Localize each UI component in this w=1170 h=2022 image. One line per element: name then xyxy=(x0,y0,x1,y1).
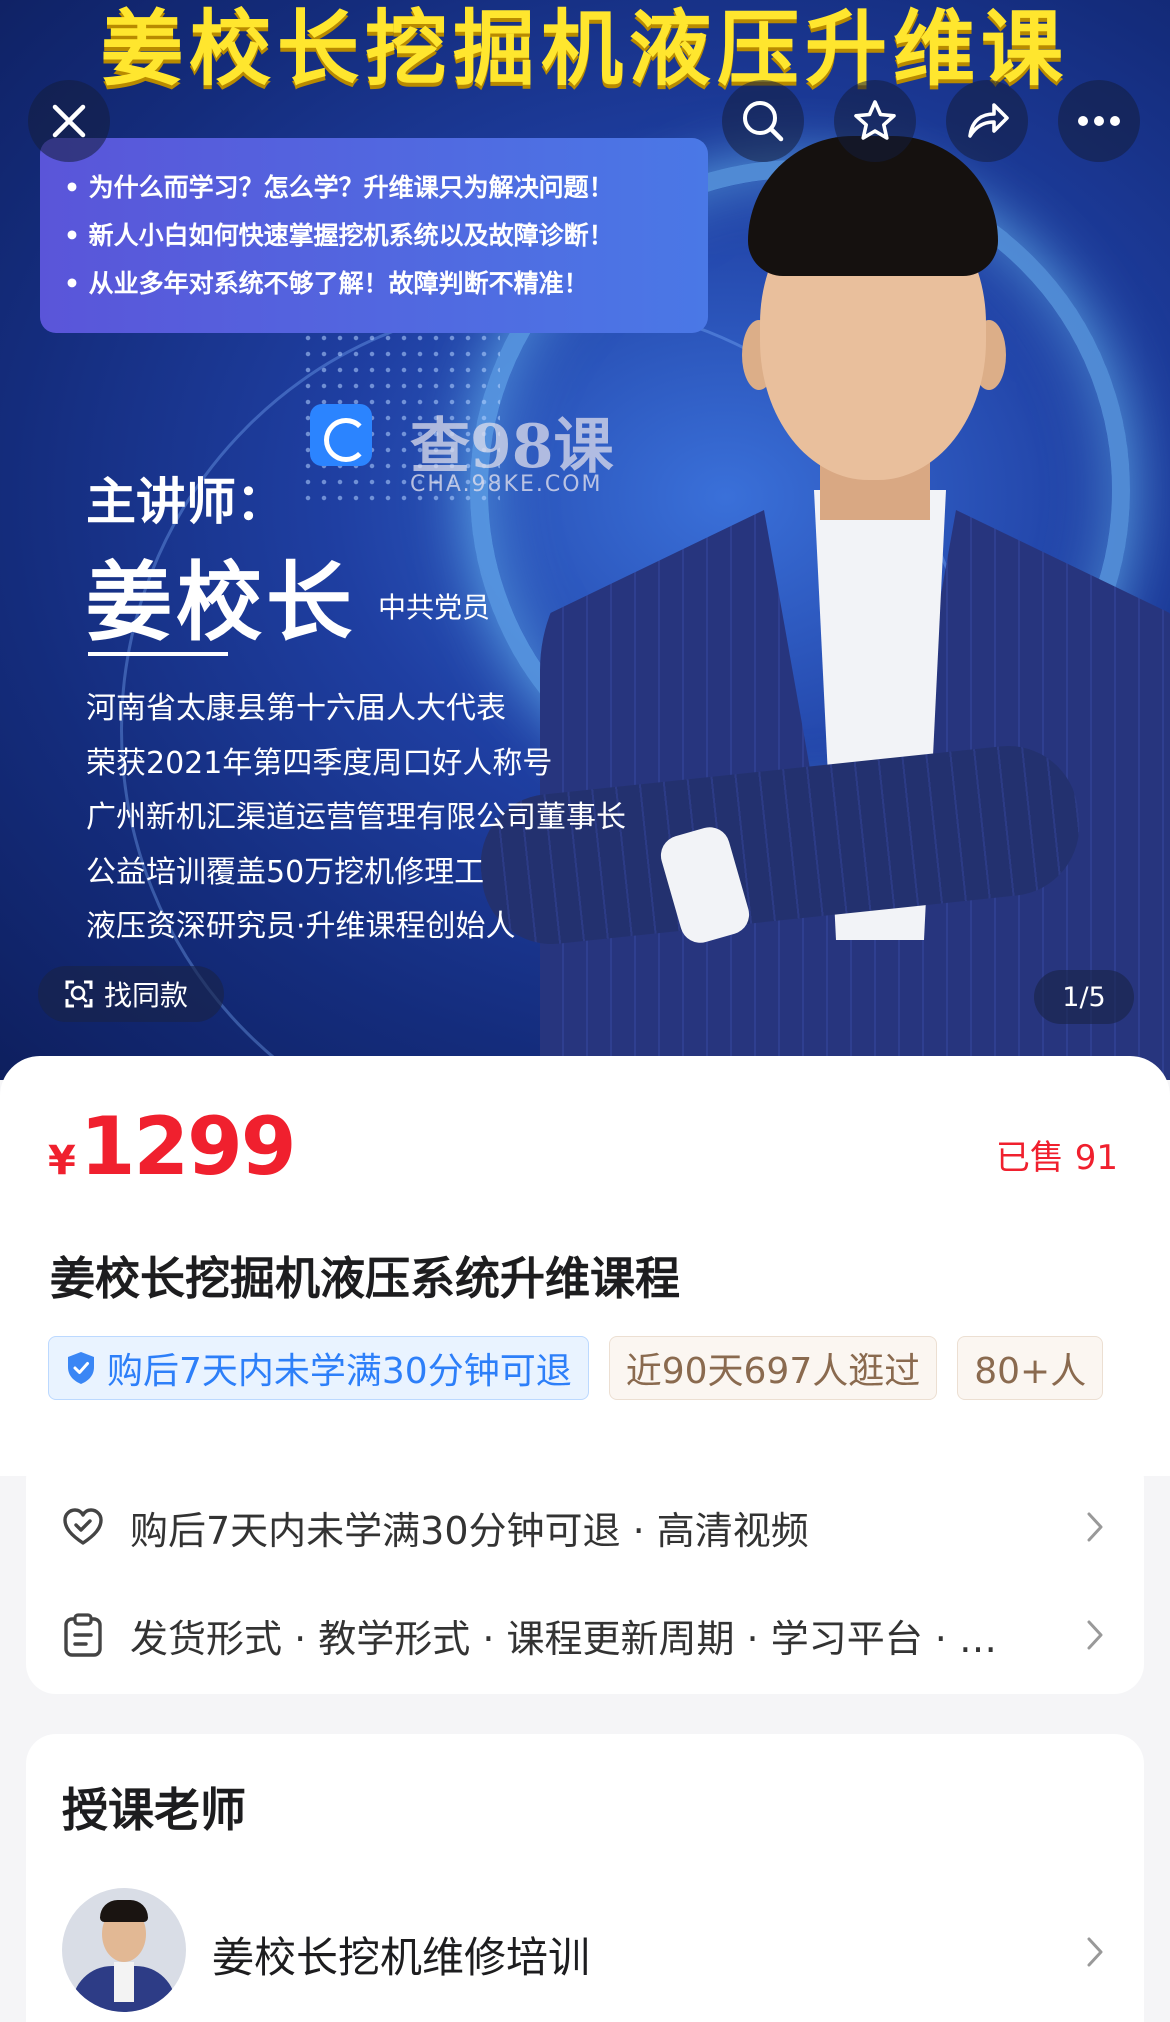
price-amount: 1299 xyxy=(79,1100,297,1193)
chevron-right-icon xyxy=(1080,1617,1110,1653)
refund-service-text: 购后7天内未学满30分钟可退 · 高清视频 xyxy=(130,1508,809,1553)
lecturer-name: 姜校长 xyxy=(86,552,356,653)
find-same-label: 找同款 xyxy=(104,979,189,1012)
sold-count: 已售 91 xyxy=(995,1138,1118,1178)
credential-item: 公益培训覆盖50万挖机修理工 xyxy=(86,854,485,890)
refund-service-row[interactable]: 购后7天内未学满30分钟可退 · 高清视频 xyxy=(26,1472,1144,1582)
refund-tag-label: 购后7天内未学满30分钟可退 xyxy=(107,1351,572,1392)
credential-item: 荣获2021年第四季度周口好人称号 xyxy=(86,745,553,781)
more-tag[interactable]: 80+人 xyxy=(957,1336,1104,1400)
close-icon xyxy=(52,104,86,138)
service-card: 购后7天内未学满30分钟可退 · 高清视频 发货形式 · 教学形式 · 课程更新… xyxy=(26,1450,1144,1694)
clipboard-icon xyxy=(60,1612,106,1658)
search-button[interactable] xyxy=(722,80,804,162)
credential-item: 液压资深研究员·升维课程创始人 xyxy=(86,909,516,944)
more-icon xyxy=(1078,116,1120,126)
search-icon xyxy=(743,101,784,142)
details-service-text: 发货形式 · 教学形式 · 课程更新周期 · 学习平台 · … xyxy=(130,1616,997,1661)
chevron-right-icon xyxy=(1080,1509,1110,1545)
star-icon xyxy=(854,100,896,140)
product-title: 姜校长挖掘机液压系统升维课程 xyxy=(50,1252,681,1305)
share-icon xyxy=(968,103,1009,138)
lecturer-credentials: 河南省太康县第十六届人大代表 荣获2021年第四季度周口好人称号 广州新机汇渠道… xyxy=(86,682,626,955)
details-service-row[interactable]: 发货形式 · 教学形式 · 课程更新周期 · 学习平台 · … xyxy=(26,1580,1144,1690)
heart-check-icon xyxy=(60,1504,106,1550)
price: ¥ 1299 xyxy=(48,1100,297,1193)
tag-row[interactable]: 购后7天内未学满30分钟可退 近90天697人逛过 80+人 xyxy=(48,1336,1122,1402)
teacher-avatar[interactable] xyxy=(62,1888,186,2012)
find-same-button[interactable]: 找同款 xyxy=(38,966,224,1022)
more-button[interactable] xyxy=(1058,80,1140,162)
visits-tag[interactable]: 近90天697人逛过 xyxy=(608,1336,938,1400)
credential-item: 河南省太康县第十六届人大代表 xyxy=(86,691,506,726)
watermark-url: CHA.98KE.COM xyxy=(410,472,603,497)
chevron-right-icon[interactable] xyxy=(1080,1934,1110,1970)
teacher-heading: 授课老师 xyxy=(62,1783,246,1837)
lecturer-label: 主讲师： xyxy=(86,472,286,531)
credential-item: 广州新机汇渠道运营管理有限公司董事长 xyxy=(86,800,626,835)
refund-tag[interactable]: 购后7天内未学满30分钟可退 xyxy=(48,1336,589,1400)
image-pager: 1/5 xyxy=(1034,970,1134,1024)
shield-icon xyxy=(68,1352,94,1384)
avatar-hair xyxy=(100,1900,148,1922)
favorite-button[interactable] xyxy=(834,80,916,162)
divider xyxy=(88,652,228,656)
product-hero-image[interactable]: 姜校长挖掘机液压升维课 • 为什么而学习？怎么学？升维课只为解决问题！ • 新人… xyxy=(0,0,1170,1080)
avatar-shirt xyxy=(114,1962,134,2002)
scan-icon xyxy=(65,980,93,1008)
share-button[interactable] xyxy=(946,80,1028,162)
teacher-name[interactable]: 姜校长挖机维修培训 xyxy=(212,1924,590,1985)
watermark-logo-icon xyxy=(310,404,372,466)
product-page: 姜校长挖掘机液压升维课 • 为什么而学习？怎么学？升维课只为解决问题！ • 新人… xyxy=(0,0,1170,2022)
currency-symbol: ¥ xyxy=(48,1138,76,1184)
lecturer-party: 中共党员 xyxy=(378,591,491,624)
close-button[interactable] xyxy=(28,80,110,162)
